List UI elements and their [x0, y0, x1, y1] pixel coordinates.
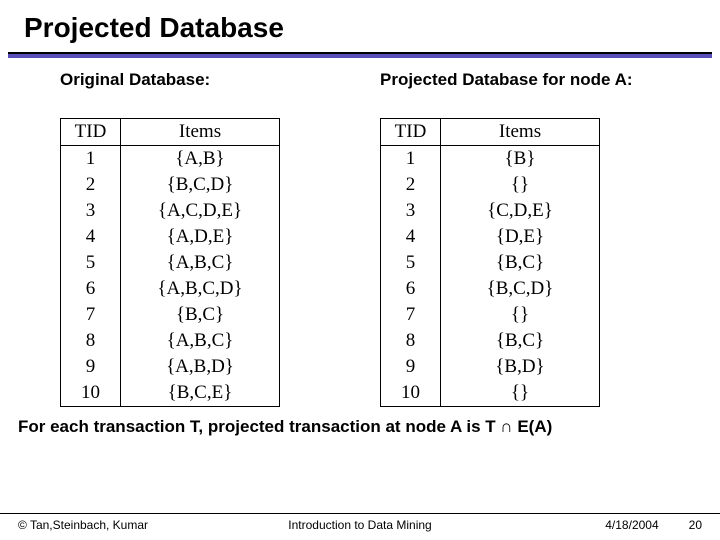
original-db-panel: Original Database: TID Items 1{A,B}2{B,C… [60, 70, 340, 407]
statement-text: For each transaction T, projected transa… [0, 407, 720, 437]
table-row: 8{B,C} [381, 328, 600, 354]
table-row: 4{D,E} [381, 224, 600, 250]
table-cell: 2 [61, 172, 121, 198]
table-cell: {A,B,C} [121, 328, 280, 354]
table-row: 6{A,B,C,D} [61, 276, 280, 302]
table-cell: {B,C} [441, 250, 600, 276]
table-cell: {} [441, 172, 600, 198]
table-cell: {B,C} [441, 328, 600, 354]
table-cell: 9 [381, 354, 441, 380]
table-cell: 3 [61, 198, 121, 224]
original-db-table: TID Items 1{A,B}2{B,C,D}3{A,C,D,E}4{A,D,… [60, 118, 280, 407]
footer: © Tan,Steinbach, Kumar Introduction to D… [0, 513, 720, 532]
table-cell: 6 [381, 276, 441, 302]
original-db-subtitle: Original Database: [60, 70, 340, 112]
table-cell: 7 [381, 302, 441, 328]
table-cell: {} [441, 380, 600, 407]
table-cell: 4 [61, 224, 121, 250]
table-cell: {B,C,E} [121, 380, 280, 407]
table-cell: 8 [61, 328, 121, 354]
table-cell: {B} [441, 146, 600, 173]
table-row: 10{B,C,E} [61, 380, 280, 407]
footer-left: © Tan,Steinbach, Kumar [18, 518, 148, 532]
table-row: 9{A,B,D} [61, 354, 280, 380]
table-row: 8{A,B,C} [61, 328, 280, 354]
table-cell: {A,B,C} [121, 250, 280, 276]
projected-db-table: TID Items 1{B}2{}3{C,D,E}4{D,E}5{B,C}6{B… [380, 118, 600, 407]
statement-suffix: E(A) [513, 417, 553, 436]
table-row: 1{B} [381, 146, 600, 173]
projected-db-panel: Projected Database for node A: TID Items… [380, 70, 660, 407]
table-cell: 1 [61, 146, 121, 173]
table-cell: {B,C} [121, 302, 280, 328]
intersect-icon: ∩ [500, 417, 512, 436]
table-cell: {A,D,E} [121, 224, 280, 250]
table-cell: {A,B,C,D} [121, 276, 280, 302]
table-cell: 4 [381, 224, 441, 250]
footer-page: 20 [689, 518, 702, 532]
table-cell: 5 [61, 250, 121, 276]
table-cell: 1 [381, 146, 441, 173]
table-row: 10{} [381, 380, 600, 407]
table-cell: 5 [381, 250, 441, 276]
table-row: 5{B,C} [381, 250, 600, 276]
footer-date: 4/18/2004 [605, 518, 658, 532]
slide-title: Projected Database [0, 0, 720, 52]
table-cell: {D,E} [441, 224, 600, 250]
table-cell: 7 [61, 302, 121, 328]
table-cell: {A,B} [121, 146, 280, 173]
table-row: 2{B,C,D} [61, 172, 280, 198]
table-cell: {A,C,D,E} [121, 198, 280, 224]
table-cell: 10 [61, 380, 121, 407]
table-cell: 8 [381, 328, 441, 354]
table-cell: 6 [61, 276, 121, 302]
table-cell: 2 [381, 172, 441, 198]
table-cell: {C,D,E} [441, 198, 600, 224]
table-cell: {B,C,D} [121, 172, 280, 198]
col-header-tid: TID [61, 119, 121, 146]
table-row: 7{B,C} [61, 302, 280, 328]
table-row: 3{A,C,D,E} [61, 198, 280, 224]
col-header-items: Items [121, 119, 280, 146]
table-cell: {A,B,D} [121, 354, 280, 380]
table-cell: {B,C,D} [441, 276, 600, 302]
table-row: 3{C,D,E} [381, 198, 600, 224]
table-cell: 10 [381, 380, 441, 407]
table-row: 5{A,B,C} [61, 250, 280, 276]
table-cell: {} [441, 302, 600, 328]
table-cell: 3 [381, 198, 441, 224]
table-row: 1{A,B} [61, 146, 280, 173]
table-row: 2{} [381, 172, 600, 198]
table-row: 4{A,D,E} [61, 224, 280, 250]
col-header-items: Items [441, 119, 600, 146]
footer-mid: Introduction to Data Mining [288, 518, 431, 532]
projected-db-subtitle: Projected Database for node A: [380, 70, 660, 112]
table-row: 7{} [381, 302, 600, 328]
table-row: 9{B,D} [381, 354, 600, 380]
content-area: Original Database: TID Items 1{A,B}2{B,C… [0, 58, 720, 407]
table-cell: {B,D} [441, 354, 600, 380]
table-row: 6{B,C,D} [381, 276, 600, 302]
col-header-tid: TID [381, 119, 441, 146]
statement-prefix: For each transaction T, projected transa… [18, 417, 500, 436]
table-cell: 9 [61, 354, 121, 380]
